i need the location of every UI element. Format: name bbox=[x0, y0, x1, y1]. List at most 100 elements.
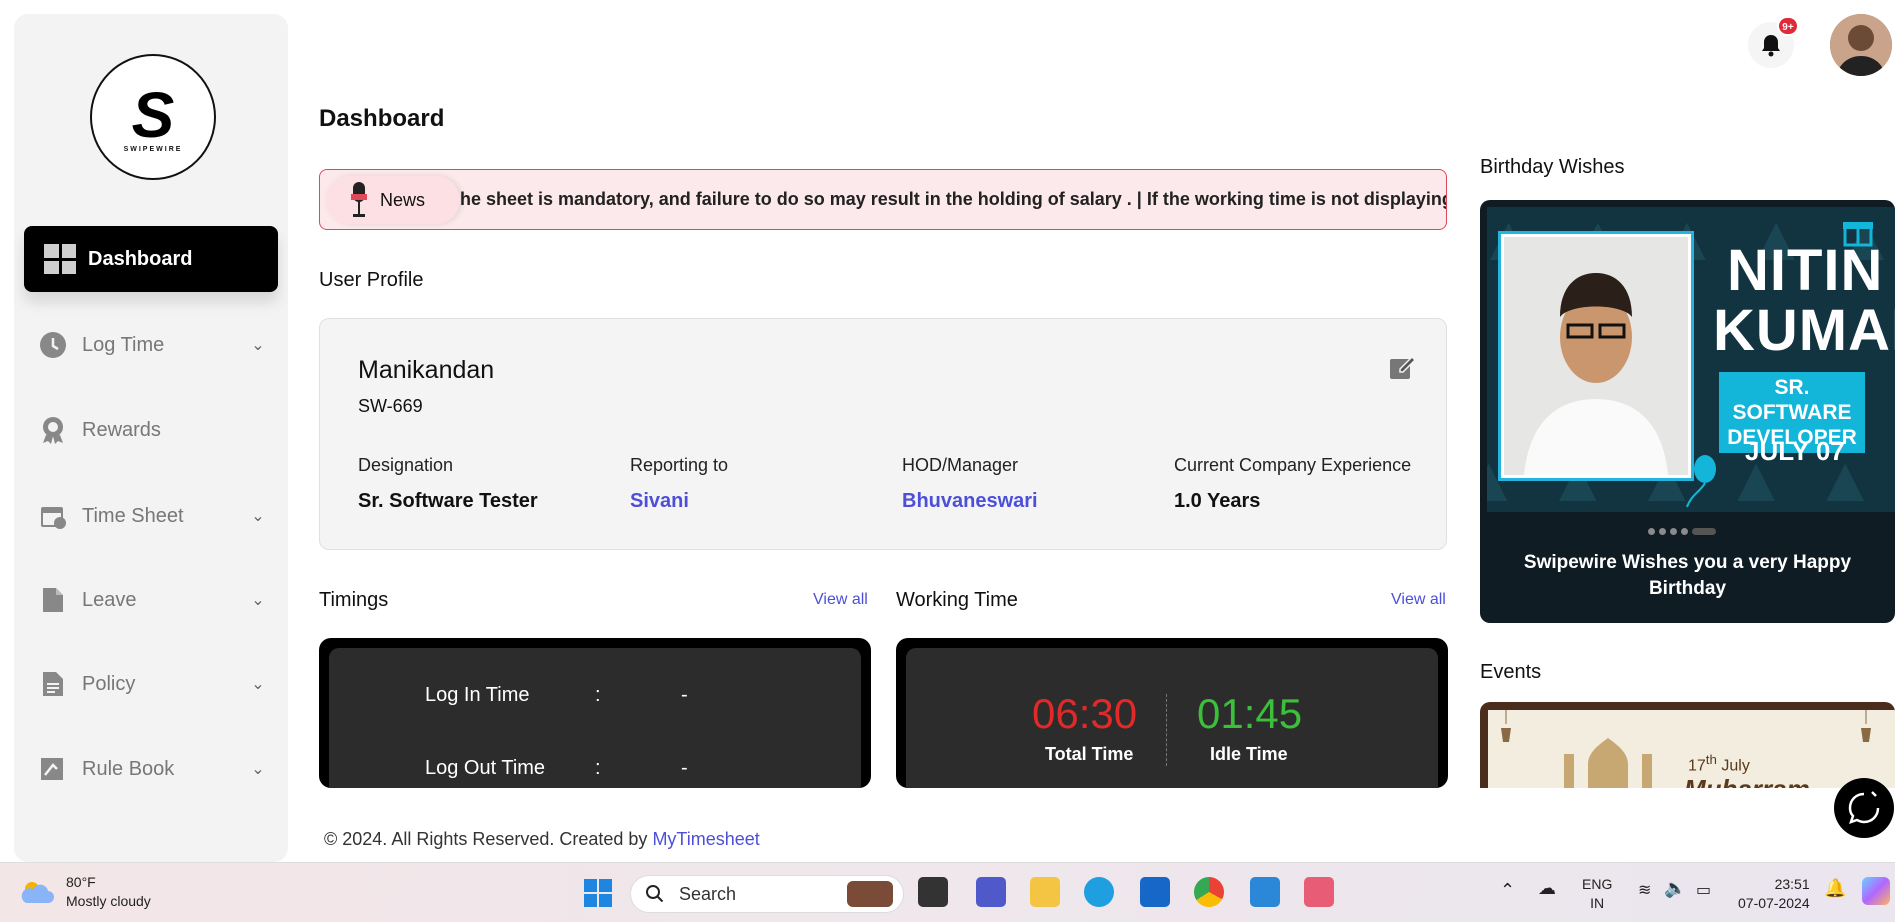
profile-field-experience: Current Company Experience 1.0 Years bbox=[1174, 455, 1434, 513]
events-card[interactable]: 17th July Muharram bbox=[1480, 702, 1895, 788]
carousel-dot[interactable] bbox=[1648, 528, 1655, 535]
event-date: 17th July bbox=[1688, 752, 1750, 775]
chevron-down-icon[interactable]: ⌄ bbox=[238, 506, 278, 526]
clock-icon bbox=[38, 330, 68, 360]
notification-center-icon[interactable]: 🔔 bbox=[1824, 879, 1846, 898]
carousel-dot[interactable] bbox=[1681, 528, 1688, 535]
chevron-down-icon[interactable]: ⌄ bbox=[238, 674, 278, 694]
lantern-icon bbox=[1861, 710, 1871, 742]
chrome-icon[interactable] bbox=[1194, 877, 1224, 907]
carousel-dot[interactable] bbox=[1670, 528, 1677, 535]
field-value: Sr. Software Tester bbox=[358, 490, 538, 512]
row-label: Log Out Time bbox=[425, 757, 546, 779]
chevron-down-icon[interactable]: ⌄ bbox=[238, 590, 278, 610]
working-time-card: 06:30 Total Time 01:45 Idle Time bbox=[896, 638, 1448, 788]
bell-icon bbox=[1762, 35, 1780, 57]
document-icon bbox=[38, 585, 68, 615]
brand-logo[interactable]: S SWIPEWIRE bbox=[90, 54, 216, 180]
file-explorer-icon[interactable] bbox=[1030, 877, 1060, 907]
snipping-tool-icon[interactable] bbox=[1304, 877, 1334, 907]
language-indicator[interactable]: ENG IN bbox=[1582, 875, 1612, 913]
field-label: Current Company Experience bbox=[1174, 455, 1412, 475]
event-day-suffix: th bbox=[1705, 752, 1717, 767]
login-time-row: Log In Time : - bbox=[425, 684, 688, 707]
store-icon[interactable] bbox=[1140, 877, 1170, 907]
edge-icon[interactable] bbox=[1084, 877, 1114, 907]
sidebar-item-label: Policy bbox=[82, 672, 136, 695]
row-value: - bbox=[681, 757, 688, 779]
chevron-down-icon[interactable]: ⌄ bbox=[238, 335, 278, 355]
carousel-indicators[interactable] bbox=[1648, 528, 1716, 535]
timings-view-all-link[interactable]: View all bbox=[813, 591, 868, 609]
logo-wordmark: SWIPEWIRE bbox=[123, 146, 183, 153]
row-label: Log In Time bbox=[425, 684, 530, 706]
news-ticker-text: he sheet is mandatory, and failure to do… bbox=[460, 189, 1447, 209]
copilot-icon[interactable] bbox=[1862, 877, 1890, 905]
battery-icon[interactable]: ▭ bbox=[1696, 881, 1711, 900]
carousel-dot-active[interactable] bbox=[1692, 528, 1716, 535]
carousel-dot[interactable] bbox=[1659, 528, 1666, 535]
taskbar-search-box[interactable]: Search bbox=[630, 875, 904, 913]
birthday-carousel[interactable]: ▲ ▲ ▲ ▲ ▲ ▲ ▲ ▲ ▲ ▲ NITIN KUMAR SR. SOFT… bbox=[1480, 200, 1895, 623]
weather-widget[interactable]: 80°F Mostly cloudy bbox=[20, 873, 151, 911]
mosque-icon bbox=[1564, 738, 1652, 788]
sidebar-item-rewards[interactable]: Rewards bbox=[24, 405, 278, 455]
profile-field-reporting-to: Reporting to Sivani bbox=[630, 455, 890, 513]
windows-taskbar: 80°F Mostly cloudy Search ⌃ ☁ ENG IN ≋ 🔈… bbox=[0, 862, 1895, 922]
birthday-name-line1: NITIN bbox=[1727, 238, 1884, 303]
working-time-heading: Working Time bbox=[896, 589, 1018, 611]
search-icon bbox=[646, 885, 664, 903]
total-time-value: 06:30 bbox=[1032, 690, 1138, 737]
task-view-icon[interactable] bbox=[918, 877, 948, 907]
row-separator: : bbox=[595, 757, 601, 779]
news-label: News bbox=[380, 189, 426, 210]
taskbar-time: 23:51 bbox=[1774, 876, 1810, 892]
wifi-icon[interactable]: ≋ bbox=[1638, 881, 1651, 900]
dashboard-grid-icon bbox=[44, 244, 76, 274]
notepad-icon[interactable] bbox=[1250, 877, 1280, 907]
chat-support-button[interactable] bbox=[1834, 778, 1894, 838]
edit-profile-button[interactable] bbox=[1388, 353, 1417, 386]
taskbar-date: 07-07-2024 bbox=[1738, 895, 1810, 911]
profile-employee-id: SW-669 bbox=[358, 396, 423, 416]
weather-temp: 80°F bbox=[66, 874, 96, 890]
show-hidden-icons-chevron-icon[interactable]: ⌃ bbox=[1500, 881, 1515, 900]
sidebar-item-dashboard[interactable]: Dashboard bbox=[24, 226, 278, 292]
edit-icon bbox=[1390, 355, 1417, 379]
sidebar-item-label: Rule Book bbox=[82, 757, 175, 780]
cloud-icon bbox=[21, 882, 54, 903]
field-label: Reporting to bbox=[630, 455, 729, 475]
teams-icon[interactable] bbox=[976, 877, 1006, 907]
sidebar-item-time-sheet[interactable]: Time Sheet ⌄ bbox=[24, 491, 278, 541]
user-avatar[interactable] bbox=[1830, 14, 1892, 76]
birthday-wishes-heading: Birthday Wishes bbox=[1480, 156, 1625, 178]
sidebar-item-leave[interactable]: Leave ⌄ bbox=[24, 575, 278, 625]
sidebar-item-log-time[interactable]: Log Time ⌄ bbox=[24, 320, 278, 370]
event-name: Muharram bbox=[1684, 774, 1810, 788]
logout-time-row: Log Out Time : - bbox=[425, 757, 688, 780]
news-label-pill: News bbox=[326, 176, 460, 224]
microphone-icon bbox=[351, 182, 367, 217]
footer-text: © 2024. All Rights Reserved. Created by bbox=[324, 829, 653, 849]
region-code: IN bbox=[1590, 895, 1605, 911]
footer: © 2024. All Rights Reserved. Created by … bbox=[324, 829, 760, 850]
reporting-to-link[interactable]: Sivani bbox=[630, 490, 890, 513]
footer-link[interactable]: MyTimesheet bbox=[652, 829, 759, 849]
profile-field-designation: Designation Sr. Software Tester bbox=[358, 455, 618, 513]
hod-manager-link[interactable]: Bhuvaneswari bbox=[902, 490, 1162, 513]
onedrive-icon[interactable]: ☁ bbox=[1538, 879, 1556, 898]
sidebar-item-rule-book[interactable]: Rule Book ⌄ bbox=[24, 744, 278, 794]
birthday-banner: ▲ ▲ ▲ ▲ ▲ ▲ ▲ ▲ ▲ ▲ NITIN KUMAR SR. SOFT… bbox=[1487, 207, 1895, 512]
windows-start-button[interactable] bbox=[584, 879, 612, 907]
lantern-icon bbox=[1501, 710, 1511, 742]
timings-heading: Timings bbox=[319, 589, 389, 611]
rulebook-icon bbox=[38, 754, 68, 784]
volume-icon[interactable]: 🔈 bbox=[1664, 879, 1686, 898]
clock-date[interactable]: 23:51 07-07-2024 bbox=[1738, 875, 1810, 913]
sidebar-item-policy[interactable]: Policy ⌄ bbox=[24, 659, 278, 709]
chevron-down-icon[interactable]: ⌄ bbox=[238, 759, 278, 779]
sidebar: S SWIPEWIRE Dashboard Log Time ⌄ Rewards… bbox=[14, 14, 288, 862]
search-highlight-icon bbox=[847, 881, 893, 907]
birthday-name-line2: KUMAR bbox=[1713, 298, 1895, 363]
working-time-view-all-link[interactable]: View all bbox=[1391, 591, 1446, 609]
